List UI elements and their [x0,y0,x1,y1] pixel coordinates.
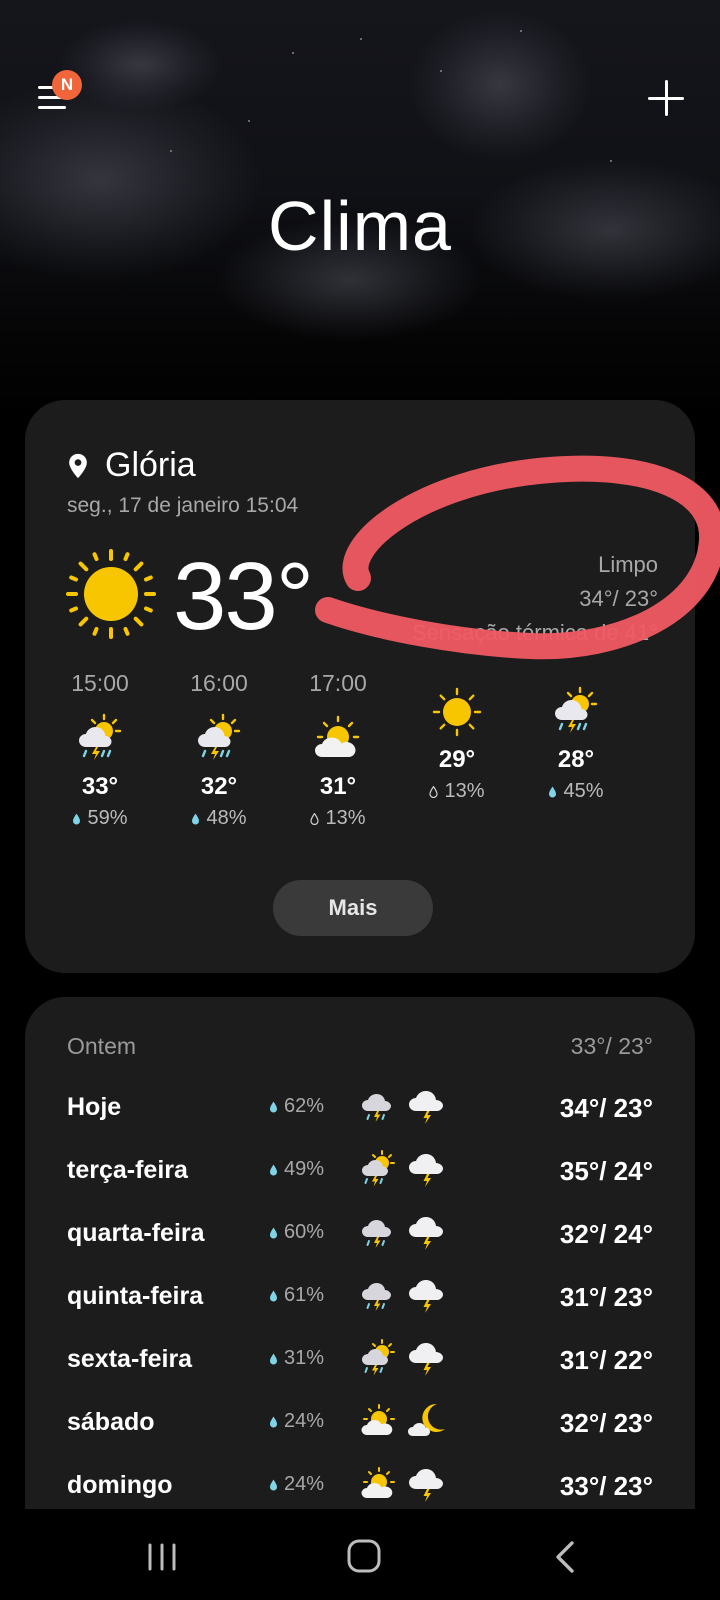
cloud-thunder-icon [409,1217,443,1250]
back-icon[interactable] [536,1537,596,1577]
current-temperature: 33° [173,543,314,650]
hourly-item: 16:00 32° 48% [190,670,248,829]
location-row: Glória [67,446,196,485]
partly-cloudy-icon [361,1467,395,1498]
cloud-thunder-icon [409,1154,443,1187]
cloud-thunder-icon [409,1469,443,1502]
rain-drop-icon [270,1227,277,1239]
cloud-thunder-rain-icon [362,1094,391,1122]
forecast-row[interactable]: sábado 24% 32°/ 23° [67,1403,653,1448]
page-title: Clima [268,187,452,265]
recent-apps-icon[interactable] [132,1537,192,1577]
cloud-thunder-rain-icon [362,1283,391,1311]
hourly-forecast[interactable]: 15:00 33° 59% 16:00 32° 48% 17:00 31° 13… [45,670,675,840]
rain-drop-icon [73,813,81,825]
cloud-thunder-icon [409,1091,443,1124]
cloud-thunder-icon [409,1280,443,1313]
sun-thunder-rain-icon [362,1150,395,1187]
sun-thunder-rain-icon [362,1339,395,1376]
hourly-item: 28° 45% [521,670,631,803]
partly-cloudy-icon [361,1404,395,1435]
moon-cloud-icon [408,1403,445,1436]
forecast-row[interactable]: quarta-feira 60% 32°/ 24° [67,1217,653,1259]
sun-icon [66,549,156,639]
system-navigation-bar [0,1509,720,1600]
daily-forecast-card[interactable]: Ontem 33°/ 23° Hoje 62% 34°/ 23° terça-f… [25,997,695,1509]
menu-button[interactable]: N [32,70,82,120]
rain-drop-icon [549,786,557,798]
hourly-item: 15:00 33° 59% [71,670,129,829]
hourly-item: 29° 13% [402,670,512,803]
condition-summary: Limpo 34°/ 23° Sensação térmica de 41° [412,548,658,650]
add-location-button[interactable] [646,78,688,120]
sun-thunder-rain-icon [79,713,122,760]
more-button[interactable]: Mais [273,880,433,936]
current-weather-card[interactable]: Glória seg., 17 de janeiro 15:04 33° Lim… [25,400,695,973]
partly-cloudy-icon [315,715,360,757]
yesterday-label: Ontem [67,1033,137,1059]
rain-drop-icon [429,786,439,798]
cloud-thunder-icon [409,1343,443,1376]
forecast-row[interactable]: domingo 24% 33°/ 23° [67,1467,653,1509]
hourly-item: 17:00 31° 13% [309,670,367,829]
rain-drop-icon [270,1416,277,1428]
forecast-row[interactable]: quinta-feira 61% 31°/ 23° [67,1280,653,1322]
rain-drop-icon [270,1353,277,1365]
notification-badge: N [52,70,82,100]
location-pin-icon [69,453,87,478]
condition-label: Limpo [598,552,658,577]
home-icon[interactable] [334,1537,394,1577]
yesterday-row: Ontem 33°/ 23° [67,1033,653,1060]
feels-like: Sensação térmica de 41° [411,620,658,645]
rain-drop-icon [270,1164,277,1176]
rain-drop-icon [270,1290,277,1302]
yesterday-temps: 33°/ 23° [570,1033,653,1059]
current-datetime: seg., 17 de janeiro 15:04 [67,494,299,517]
rain-drop-icon [270,1101,277,1113]
sun-thunder-rain-icon [555,686,598,733]
rain-drop-icon [310,813,320,825]
rain-drop-icon [270,1479,277,1491]
location-name: Glória [105,446,196,484]
high-low-temps: 34°/ 23° [579,586,658,611]
sun-icon [432,687,482,737]
forecast-row[interactable]: Hoje 62% 34°/ 23° [67,1091,653,1133]
rain-drop-icon [192,813,200,825]
forecast-row[interactable]: terça-feira 49% 35°/ 24° [67,1150,653,1196]
cloud-thunder-rain-icon [362,1220,391,1248]
forecast-row[interactable]: sexta-feira 31% 31°/ 22° [67,1339,653,1385]
sun-thunder-rain-icon [198,713,241,760]
